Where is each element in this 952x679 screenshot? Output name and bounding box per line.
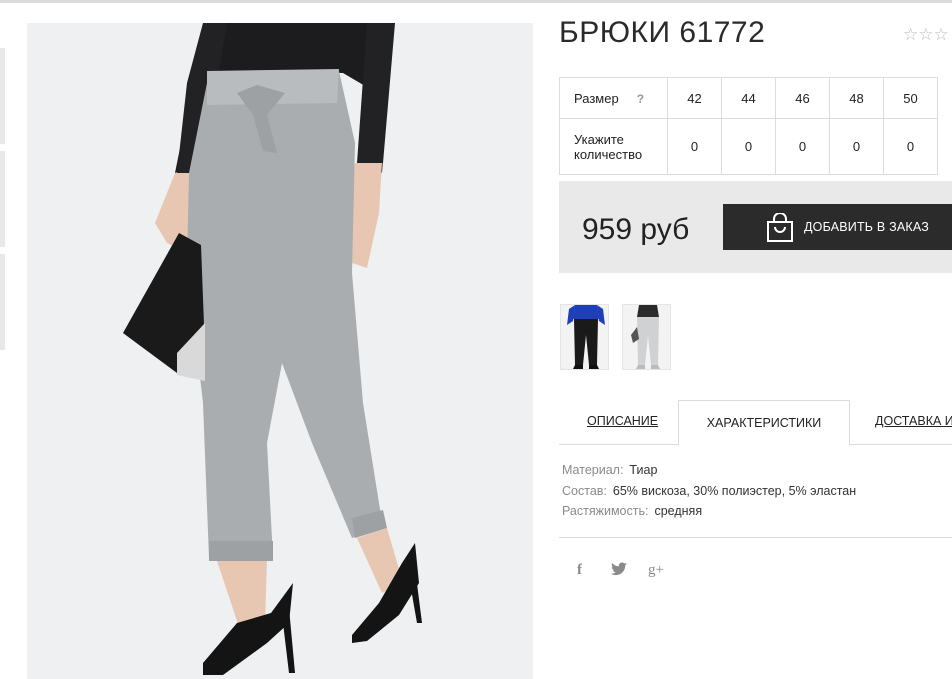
gallery-thumbnail[interactable] (0, 48, 5, 144)
price-panel: 959 руб ДОБАВИТЬ В ЗАКАЗ (559, 181, 952, 273)
tab-characteristics[interactable]: ХАРАКТЕРИСТИКИ (678, 400, 850, 446)
quantity-input[interactable]: 0 (721, 118, 776, 175)
twitter-icon[interactable] (611, 562, 627, 580)
color-variant-thumbnail-black[interactable] (560, 304, 609, 370)
google-plus-icon[interactable]: g+ (648, 562, 664, 579)
product-main-photo[interactable] (27, 23, 533, 679)
color-variant-thumbnail-grey[interactable] (622, 304, 671, 370)
spec-row-stretch: Растяжимость: средняя (562, 504, 702, 518)
product-title: БРЮКИ 61772 (559, 16, 766, 49)
quantity-label: Укажите количество (574, 131, 643, 162)
size-option: 48 (829, 77, 884, 119)
quantity-input[interactable]: 0 (883, 118, 938, 175)
quantity-input[interactable]: 0 (829, 118, 884, 175)
spec-row-composition: Состав: 65% вискоза, 30% полиэстер, 5% эл… (562, 484, 856, 498)
spec-value: Тиар (629, 463, 658, 477)
star-icon[interactable]: ☆☆☆ (903, 25, 949, 45)
spec-key: Растяжимость: (562, 504, 649, 518)
gallery-thumbnail[interactable] (0, 151, 5, 247)
size-label: Размер (574, 90, 619, 106)
size-label-cell: Размер? (559, 77, 668, 119)
spec-key: Состав: (562, 484, 607, 498)
spec-value: средняя (654, 504, 703, 518)
size-option: 46 (775, 77, 830, 119)
quantity-input[interactable]: 0 (667, 118, 722, 175)
quantity-input[interactable]: 0 (775, 118, 830, 175)
tab-description[interactable]: ОПИСАНИЕ (587, 414, 658, 428)
spec-value: 65% вискоза, 30% полиэстер, 5% эластан (612, 484, 857, 498)
size-option: 42 (667, 77, 722, 119)
tab-delivery[interactable]: ДОСТАВКА И (875, 414, 952, 428)
shopping-bag-icon (766, 212, 794, 246)
gallery-thumbnail-strip (0, 48, 5, 357)
facebook-icon[interactable]: f (577, 562, 582, 579)
add-to-order-button[interactable]: ДОБАВИТЬ В ЗАКАЗ (723, 204, 952, 250)
product-price: 959 руб (582, 213, 690, 246)
size-help-icon[interactable]: ? (637, 92, 644, 106)
specs-divider (559, 537, 952, 538)
add-to-order-label: ДОБАВИТЬ В ЗАКАЗ (804, 220, 930, 234)
gallery-thumbnail[interactable] (0, 254, 5, 350)
size-table: Размер? 42 44 46 48 50 Укажите количеств… (559, 77, 938, 175)
size-option: 44 (721, 77, 776, 119)
top-divider (0, 0, 952, 3)
spec-row-material: Материал: Тиар (562, 463, 657, 477)
size-option: 50 (883, 77, 938, 119)
spec-key: Материал: (562, 463, 624, 477)
quantity-label-cell: Укажите количество (559, 118, 668, 175)
